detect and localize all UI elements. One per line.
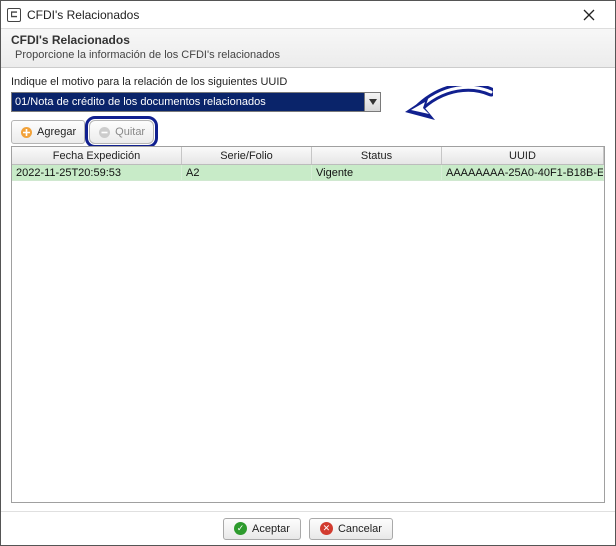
motivo-dropdown-button[interactable]: [364, 93, 380, 111]
motivo-row: 01/Nota de crédito de los documentos rel…: [11, 92, 605, 112]
cfdi-grid: Fecha Expedición Serie/Folio Status UUID…: [11, 146, 605, 503]
agregar-button[interactable]: Agregar: [11, 120, 85, 144]
dialog-window: ⊏ CFDI's Relacionados CFDI's Relacionado…: [0, 0, 616, 546]
header-subtitle: Proporcione la información de los CFDI's…: [11, 49, 605, 61]
aceptar-label: Aceptar: [252, 523, 290, 535]
check-icon: ✓: [234, 522, 247, 535]
grid-toolbar: Agregar Quitar: [11, 120, 605, 144]
quitar-label: Quitar: [115, 126, 145, 138]
remove-icon: [98, 126, 111, 139]
close-icon: [583, 9, 595, 21]
cell-fecha: 2022-11-25T20:59:53: [12, 165, 182, 180]
cancel-icon: ✕: [320, 522, 333, 535]
col-serie[interactable]: Serie/Folio: [182, 147, 312, 164]
quitar-button[interactable]: Quitar: [89, 120, 154, 144]
header-strip: CFDI's Relacionados Proporcione la infor…: [1, 29, 615, 68]
motivo-combobox[interactable]: 01/Nota de crédito de los documentos rel…: [11, 92, 381, 112]
table-row[interactable]: 2022-11-25T20:59:53 A2 Vigente AAAAAAAA-…: [12, 165, 604, 181]
col-status[interactable]: Status: [312, 147, 442, 164]
grid-header: Fecha Expedición Serie/Folio Status UUID: [12, 147, 604, 165]
close-button[interactable]: [569, 3, 609, 27]
window-title: CFDI's Relacionados: [27, 8, 569, 22]
add-icon: [20, 126, 33, 139]
cell-uuid: AAAAAAAA-25A0-40F1-B18B-EB...: [442, 165, 604, 180]
cell-status: Vigente: [312, 165, 442, 180]
motivo-label: Indique el motivo para la relación de lo…: [11, 76, 605, 88]
col-fecha[interactable]: Fecha Expedición: [12, 147, 182, 164]
dialog-body: Indique el motivo para la relación de lo…: [1, 68, 615, 511]
agregar-label: Agregar: [37, 126, 76, 138]
cancelar-label: Cancelar: [338, 523, 382, 535]
dialog-footer: ✓ Aceptar ✕ Cancelar: [1, 511, 615, 545]
col-uuid[interactable]: UUID: [442, 147, 604, 164]
motivo-selected-value: 01/Nota de crédito de los documentos rel…: [12, 93, 364, 111]
header-title: CFDI's Relacionados: [11, 33, 605, 47]
cancelar-button[interactable]: ✕ Cancelar: [309, 518, 393, 540]
app-icon: ⊏: [7, 8, 21, 22]
grid-body[interactable]: 2022-11-25T20:59:53 A2 Vigente AAAAAAAA-…: [12, 165, 604, 502]
cell-serie: A2: [182, 165, 312, 180]
titlebar: ⊏ CFDI's Relacionados: [1, 1, 615, 29]
aceptar-button[interactable]: ✓ Aceptar: [223, 518, 301, 540]
chevron-down-icon: [369, 99, 377, 105]
